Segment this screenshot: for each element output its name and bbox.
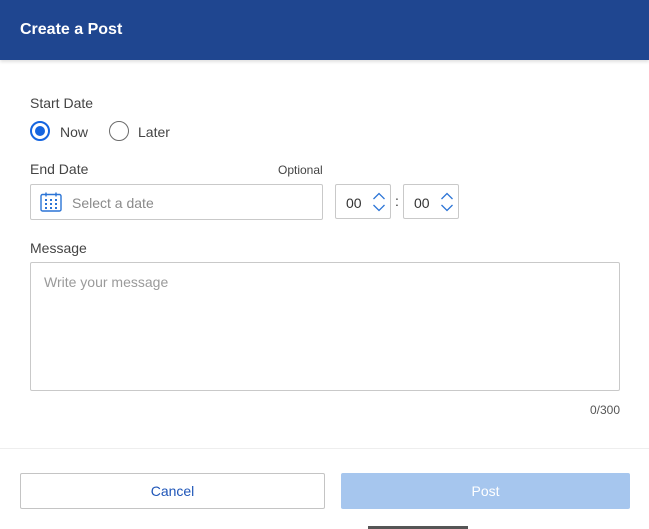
create-post-dialog: Create a Post Start Date Now Later End D… [0,0,649,529]
cancel-button[interactable]: Cancel [20,473,325,509]
dialog-header: Create a Post [0,0,649,60]
character-counter: 0/300 [589,403,620,417]
message-textarea[interactable]: Write your message [30,262,620,391]
radio-now-label[interactable]: Now [60,124,88,140]
message-label: Message [30,240,87,256]
optional-label: Optional [278,163,323,177]
dialog-footer: Cancel Post [0,448,649,529]
minutes-stepper[interactable]: 00 [403,184,459,219]
post-button[interactable]: Post [341,473,630,509]
minutes-value: 00 [414,195,430,211]
dialog-title: Create a Post [20,21,123,38]
radio-later-label[interactable]: Later [138,124,170,140]
hours-stepper[interactable]: 00 [335,184,391,219]
end-date-input[interactable]: Select a date [30,184,323,220]
calendar-icon[interactable] [40,192,62,212]
chevron-up-down-icon[interactable] [372,191,386,213]
date-placeholder: Select a date [72,195,154,211]
message-placeholder: Write your message [44,274,169,290]
radio-later[interactable] [109,121,129,141]
hours-value: 00 [346,195,362,211]
chevron-up-down-icon[interactable] [440,191,454,213]
end-date-label: End Date [30,161,89,177]
time-separator: : [395,193,399,209]
start-date-label: Start Date [30,95,94,111]
radio-now[interactable] [30,121,50,141]
